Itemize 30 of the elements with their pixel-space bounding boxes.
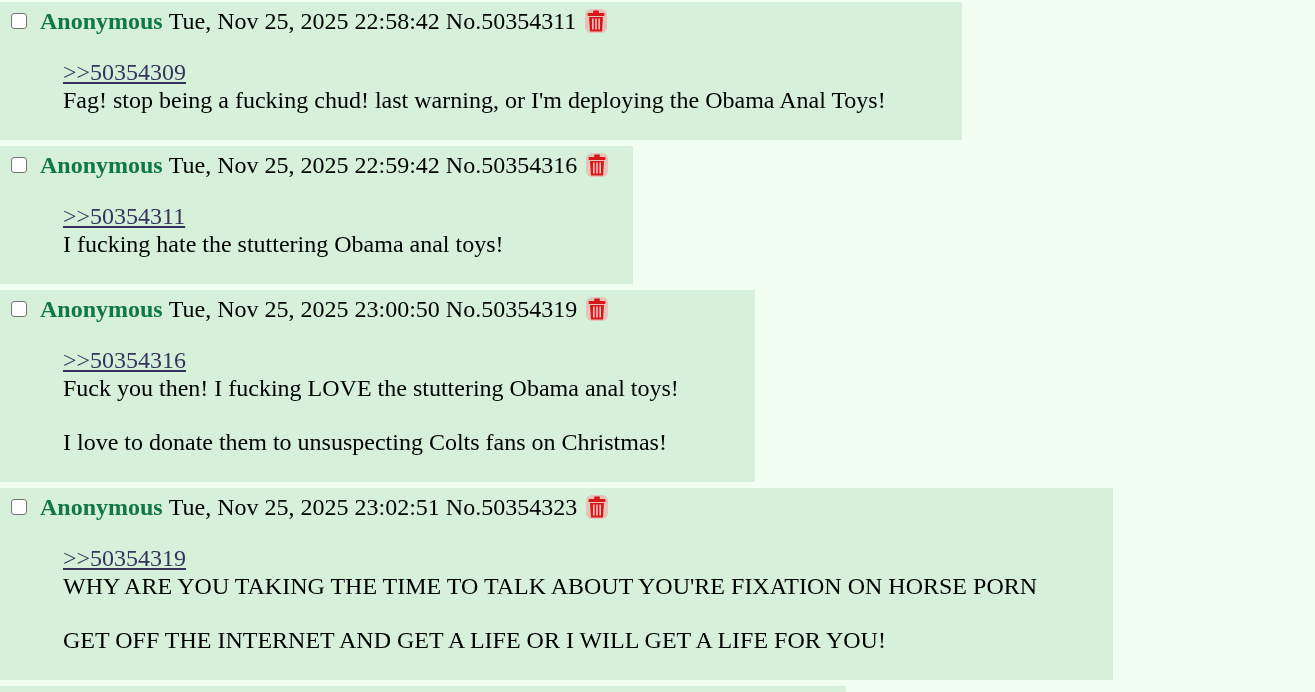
- quote-link[interactable]: >>50354311: [63, 203, 186, 229]
- post-text: GET OFF THE INTERNET AND GET A LIFE OR I WILL GET A LIFE FOR YOU!: [63, 626, 887, 654]
- trash-icon[interactable]: [585, 152, 610, 178]
- post-number-link[interactable]: No.50354323: [445, 493, 578, 521]
- post-date: Tue, Nov 25, 2025 22:58:42: [168, 7, 440, 35]
- trash-icon[interactable]: [585, 494, 610, 520]
- post-date: Tue, Nov 25, 2025 23:02:51: [168, 493, 440, 521]
- quote-link[interactable]: >>50354309: [63, 59, 187, 85]
- checkbox[interactable]: [11, 301, 27, 317]
- post-date: Tue, Nov 25, 2025 22:59:42: [168, 151, 440, 179]
- quote-link[interactable]: >>50354316: [63, 347, 187, 373]
- trash-icon[interactable]: [585, 296, 610, 322]
- poster-name: Anonymous: [40, 493, 163, 521]
- post-text: I fucking hate the stuttering Obama anal toys!: [63, 230, 505, 258]
- post-number-link[interactable]: No.50354311: [445, 7, 577, 35]
- post-number-link[interactable]: No.50354319: [445, 295, 578, 323]
- checkbox[interactable]: [11, 13, 27, 29]
- poster-name: Anonymous: [40, 151, 163, 179]
- post-text: Fuck you then! I fucking LOVE the stuttering Obama anal toys!: [63, 374, 679, 402]
- checkbox[interactable]: [11, 499, 27, 515]
- post-number-link[interactable]: No.50354316: [445, 151, 578, 179]
- poster-name: Anonymous: [40, 7, 163, 35]
- post-text: WHY ARE YOU TAKING THE TIME TO TALK ABOUT YOU'RE FIXATION ON HORSE PORN: [63, 572, 1038, 600]
- quote-link[interactable]: >>50354319: [63, 545, 187, 571]
- post-date: Tue, Nov 25, 2025 23:00:50: [168, 295, 440, 323]
- post-text: I love to donate them to unsuspecting Colts fans on Christmas!: [63, 428, 668, 456]
- poster-name: Anonymous: [40, 295, 163, 323]
- post-text: Fag! stop being a fucking chud! last warning, or I'm deploying the Obama Anal Toys!: [63, 86, 886, 114]
- checkbox[interactable]: [11, 157, 27, 173]
- trash-icon[interactable]: [584, 8, 609, 34]
